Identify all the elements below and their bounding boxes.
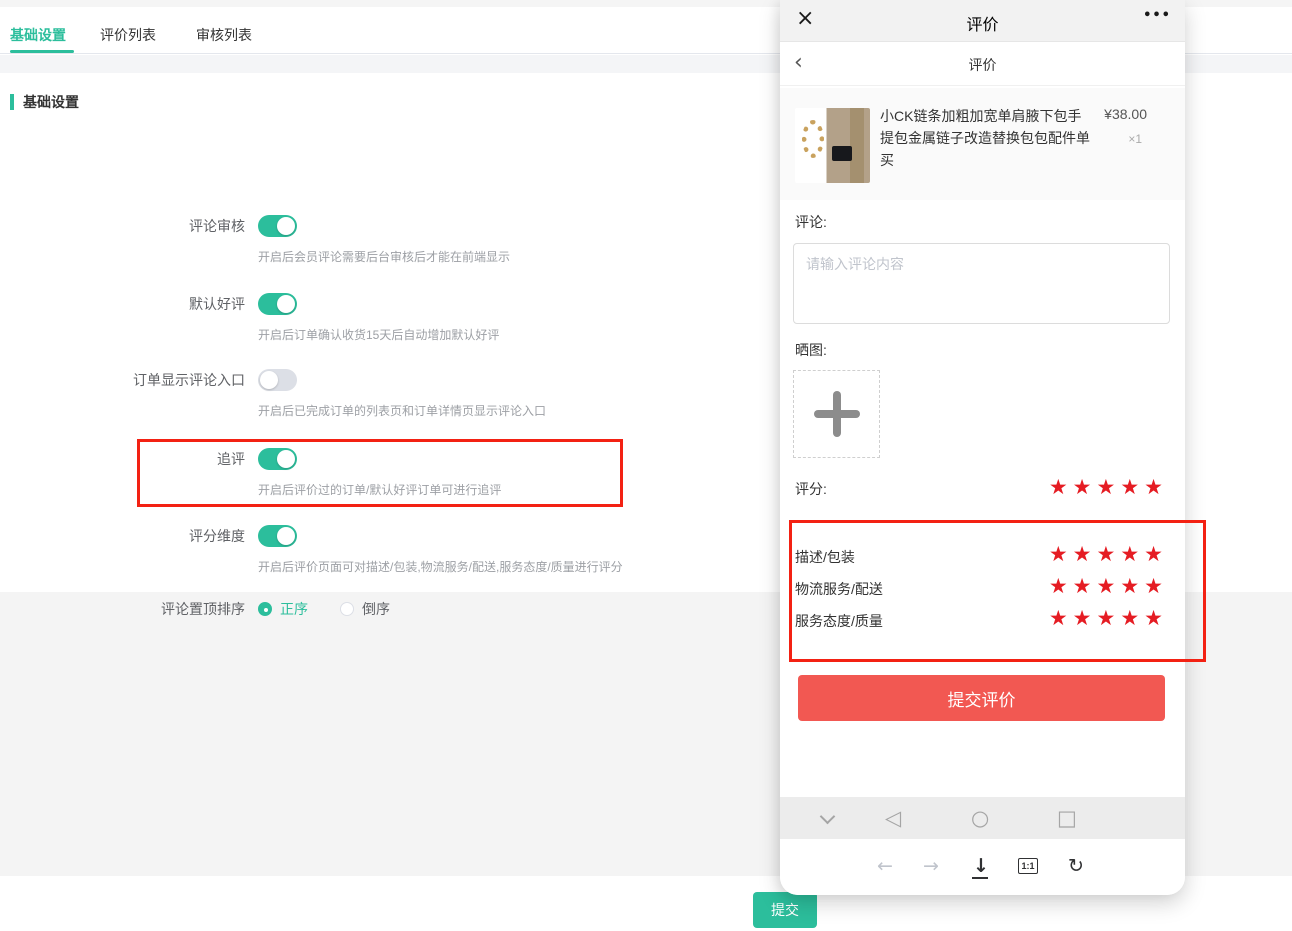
setting-label-order-entry: 订单显示评论入口	[10, 369, 245, 391]
radio-label: 正序	[280, 599, 308, 619]
prev-arrow-icon[interactable]: ←	[877, 855, 893, 877]
toggle-knob	[277, 527, 295, 545]
chain-graphic	[802, 120, 824, 158]
toggle-knob	[277, 450, 295, 468]
wechat-titlebar: × 评价 •••	[780, 0, 1185, 42]
overall-star-rating[interactable]: ★★★★★	[1049, 475, 1168, 499]
submit-button[interactable]: 提交	[753, 892, 817, 928]
photo-upload-button[interactable]	[793, 370, 880, 458]
chevron-down-icon[interactable]	[820, 809, 836, 825]
toggle-order-entry[interactable]	[258, 369, 297, 391]
submit-review-button[interactable]: 提交评价	[798, 675, 1165, 721]
toggle-knob	[277, 217, 295, 235]
tab-review-list[interactable]: 评价列表	[100, 25, 156, 45]
more-icon[interactable]: •••	[1143, 8, 1171, 23]
setting-desc-order-entry: 开启后已完成订单的列表页和订单详情页显示评论入口	[258, 402, 546, 419]
android-back-icon[interactable]: ◁	[885, 806, 901, 830]
dimension-label: 物流服务/配送	[795, 579, 883, 599]
setting-label-comment-audit: 评论审核	[10, 215, 245, 237]
ratio-1-1-icon[interactable]: 1:1	[1018, 858, 1038, 874]
radio-dot	[340, 602, 354, 616]
toggle-knob	[277, 295, 295, 313]
toggle-comment-audit[interactable]	[258, 215, 297, 237]
comment-input[interactable]	[793, 243, 1170, 324]
rating-label: 评分:	[795, 479, 827, 499]
next-arrow-icon[interactable]: →	[923, 855, 939, 877]
preview-toolbar: ← → ↓ 1:1 ↻	[780, 839, 1185, 895]
setting-label-rating-dimensions: 评分维度	[10, 525, 245, 547]
bag-graphic	[832, 146, 852, 161]
section-accent-bar	[10, 94, 14, 110]
wechat-title: 评价	[780, 11, 1185, 35]
setting-desc-default-praise: 开启后订单确认收货15天后自动增加默认好评	[258, 326, 499, 343]
radio-dot	[258, 602, 272, 616]
tab-audit-list[interactable]: 审核列表	[196, 25, 252, 45]
toggle-default-praise[interactable]	[258, 293, 297, 315]
product-price: ¥38.00	[1104, 106, 1147, 122]
setting-label-default-praise: 默认好评	[10, 293, 245, 315]
product-image	[795, 108, 870, 183]
radio-label: 倒序	[362, 599, 390, 619]
setting-label-follow-review: 追评	[10, 448, 245, 470]
setting-desc-comment-audit: 开启后会员评论需要后台审核后才能在前端显示	[258, 248, 510, 265]
android-home-icon[interactable]: ○	[971, 806, 989, 830]
android-recent-icon[interactable]: □	[1057, 806, 1077, 830]
dimension-label: 服务态度/质量	[795, 611, 883, 631]
dimension-row: 物流服务/配送 ★★★★★	[780, 576, 1185, 604]
plus-icon	[833, 391, 841, 437]
toggle-knob	[260, 371, 278, 389]
radio-sort-ascending[interactable]: 正序	[258, 598, 308, 620]
product-card: 小CK链条加粗加宽单肩腋下包手提包金属链子改造替换包包配件单买 ¥38.00 ×…	[780, 88, 1185, 200]
dimension-row: 服务态度/质量 ★★★★★	[780, 608, 1185, 636]
tab-basic-settings[interactable]: 基础设置	[10, 25, 66, 45]
coat-graphic	[850, 108, 864, 183]
android-nav-bar: ◁ ○ □	[780, 797, 1185, 839]
dimension-row: 描述/包装 ★★★★★	[780, 544, 1185, 572]
refresh-icon[interactable]: ↻	[1068, 855, 1084, 877]
setting-label-comment-sort: 评论置顶排序	[10, 598, 245, 620]
section-header: 基础设置	[10, 92, 79, 112]
toggle-follow-review[interactable]	[258, 448, 297, 470]
radio-sort-descending[interactable]: 倒序	[340, 598, 390, 620]
setting-desc-follow-review: 开启后评价过的订单/默认好评订单可进行追评	[258, 481, 501, 498]
download-icon[interactable]: ↓	[973, 855, 989, 877]
section-title: 基础设置	[23, 92, 79, 112]
dimension-star-rating[interactable]: ★★★★★	[1049, 574, 1168, 598]
dimension-label: 描述/包装	[795, 547, 855, 567]
mobile-preview: × 评价 ••• ‹ 评价 小CK链条加粗加宽单肩腋下包手提包金属链子改造替换包…	[780, 0, 1185, 895]
photos-label: 晒图:	[795, 340, 827, 360]
download-underline	[972, 877, 988, 879]
setting-desc-rating-dimensions: 开启后评价页面可对描述/包装,物流服务/配送,服务态度/质量进行评分	[258, 558, 623, 575]
dimension-star-rating[interactable]: ★★★★★	[1049, 542, 1168, 566]
page-navbar: ‹ 评价	[780, 42, 1185, 86]
product-quantity: ×1	[1128, 132, 1142, 146]
dimension-star-rating[interactable]: ★★★★★	[1049, 606, 1168, 630]
comment-label: 评论:	[795, 212, 827, 232]
product-title: 小CK链条加粗加宽单肩腋下包手提包金属链子改造替换包包配件单买	[880, 105, 1095, 171]
toggle-rating-dimensions[interactable]	[258, 525, 297, 547]
page-title: 评价	[780, 55, 1185, 75]
active-tab-underline	[10, 50, 74, 53]
